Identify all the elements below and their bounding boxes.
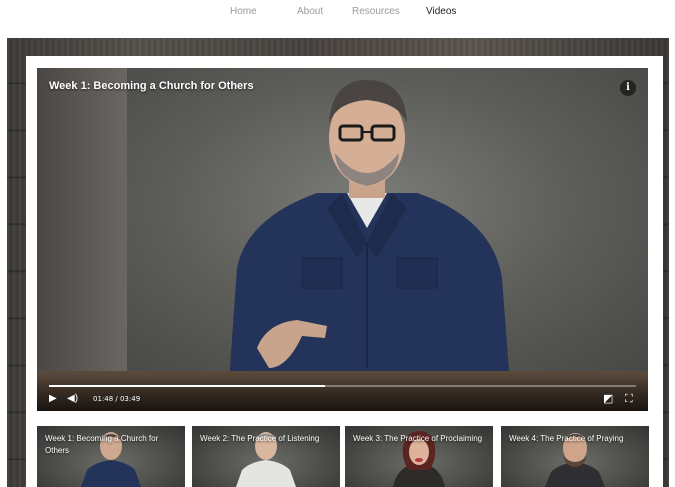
playlist-item[interactable]: Week 3: The Practice of Proclaiming: [345, 426, 493, 487]
nav-item-videos[interactable]: Videos: [426, 6, 456, 17]
playlist-item[interactable]: Week 2: The Practice of Listening: [192, 426, 340, 487]
time-display: 01:48 / 03:49: [93, 395, 141, 403]
presenter-image: [227, 80, 512, 411]
volume-icon[interactable]: ◀): [67, 394, 78, 404]
info-icon[interactable]: i: [620, 80, 636, 96]
playlist-item-title: Week 1: Becoming a Church for Others: [45, 434, 159, 455]
playlist-item-title: Week 2: The Practice of Listening: [200, 434, 320, 443]
play-icon[interactable]: ▶: [49, 394, 57, 404]
playlist-item-title: Week 3: The Practice of Proclaiming: [353, 434, 483, 443]
player-controls: ▶ ◀) 01:48 / 03:49 ◩ ⛶: [37, 375, 648, 411]
playlist-item-title: Week 4: The Practice of Praying: [509, 434, 624, 443]
nav-item-home[interactable]: Home: [230, 6, 257, 17]
picture-in-picture-icon[interactable]: ◩: [603, 394, 613, 405]
top-navigation: Home About Resources Videos: [0, 0, 675, 38]
progress-bar[interactable]: [49, 385, 636, 387]
fullscreen-icon[interactable]: ⛶: [625, 394, 633, 405]
playlist-item[interactable]: Week 1: Becoming a Church for Others: [37, 426, 185, 487]
nav-item-resources[interactable]: Resources: [352, 6, 400, 17]
playlist-item[interactable]: Week 4: The Practice of Praying: [501, 426, 649, 487]
progress-fill: [49, 385, 325, 387]
video-player[interactable]: Week 1: Becoming a Church for Others i ▶…: [37, 68, 648, 411]
backdrop-wall: [37, 68, 127, 411]
nav-item-about[interactable]: About: [297, 6, 323, 17]
video-title: Week 1: Becoming a Church for Others: [49, 80, 254, 92]
